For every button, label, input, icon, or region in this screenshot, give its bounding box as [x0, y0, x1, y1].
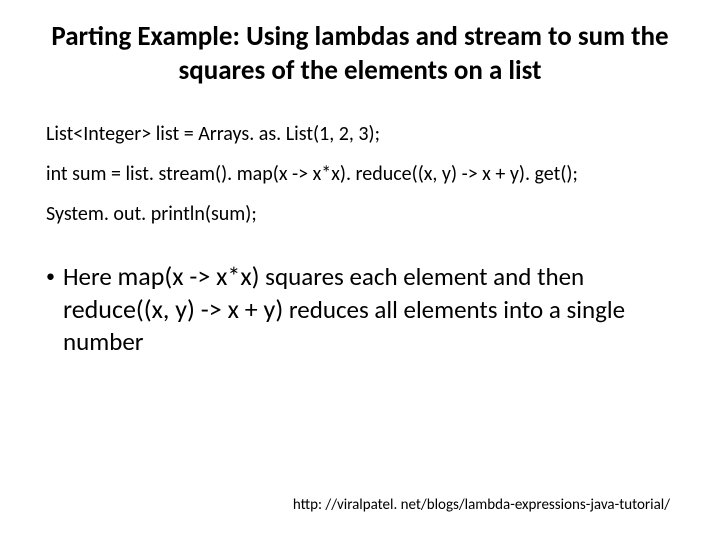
- code-block: List<Integer> list = Arrays. as. List(1,…: [46, 122, 680, 226]
- bullet-marker: •: [46, 260, 55, 292]
- slide: Parting Example: Using lambdas and strea…: [0, 0, 720, 540]
- footer-url: http: //viralpatel. net/blogs/lambda-exp…: [293, 496, 670, 514]
- bullet-code-2: reduce((x, y) -> x + y): [63, 293, 283, 325]
- code-line-2: int sum = list. stream(). map(x -> x*x).…: [46, 162, 680, 186]
- bullet-text: Here map(x -> x*x) squares each element …: [63, 260, 680, 359]
- bullet-code-1: map(x -> x*x): [117, 260, 259, 292]
- slide-title: Parting Example: Using lambdas and strea…: [50, 20, 670, 88]
- bullet-prefix: Here: [63, 261, 118, 292]
- bullet-item: • Here map(x -> x*x) squares each elemen…: [46, 260, 680, 359]
- bullet-mid: squares each element and then: [260, 261, 585, 292]
- code-line-3: System. out. println(sum);: [46, 202, 680, 226]
- code-line-1: List<Integer> list = Arrays. as. List(1,…: [46, 122, 680, 146]
- bullet-list: • Here map(x -> x*x) squares each elemen…: [46, 260, 680, 359]
